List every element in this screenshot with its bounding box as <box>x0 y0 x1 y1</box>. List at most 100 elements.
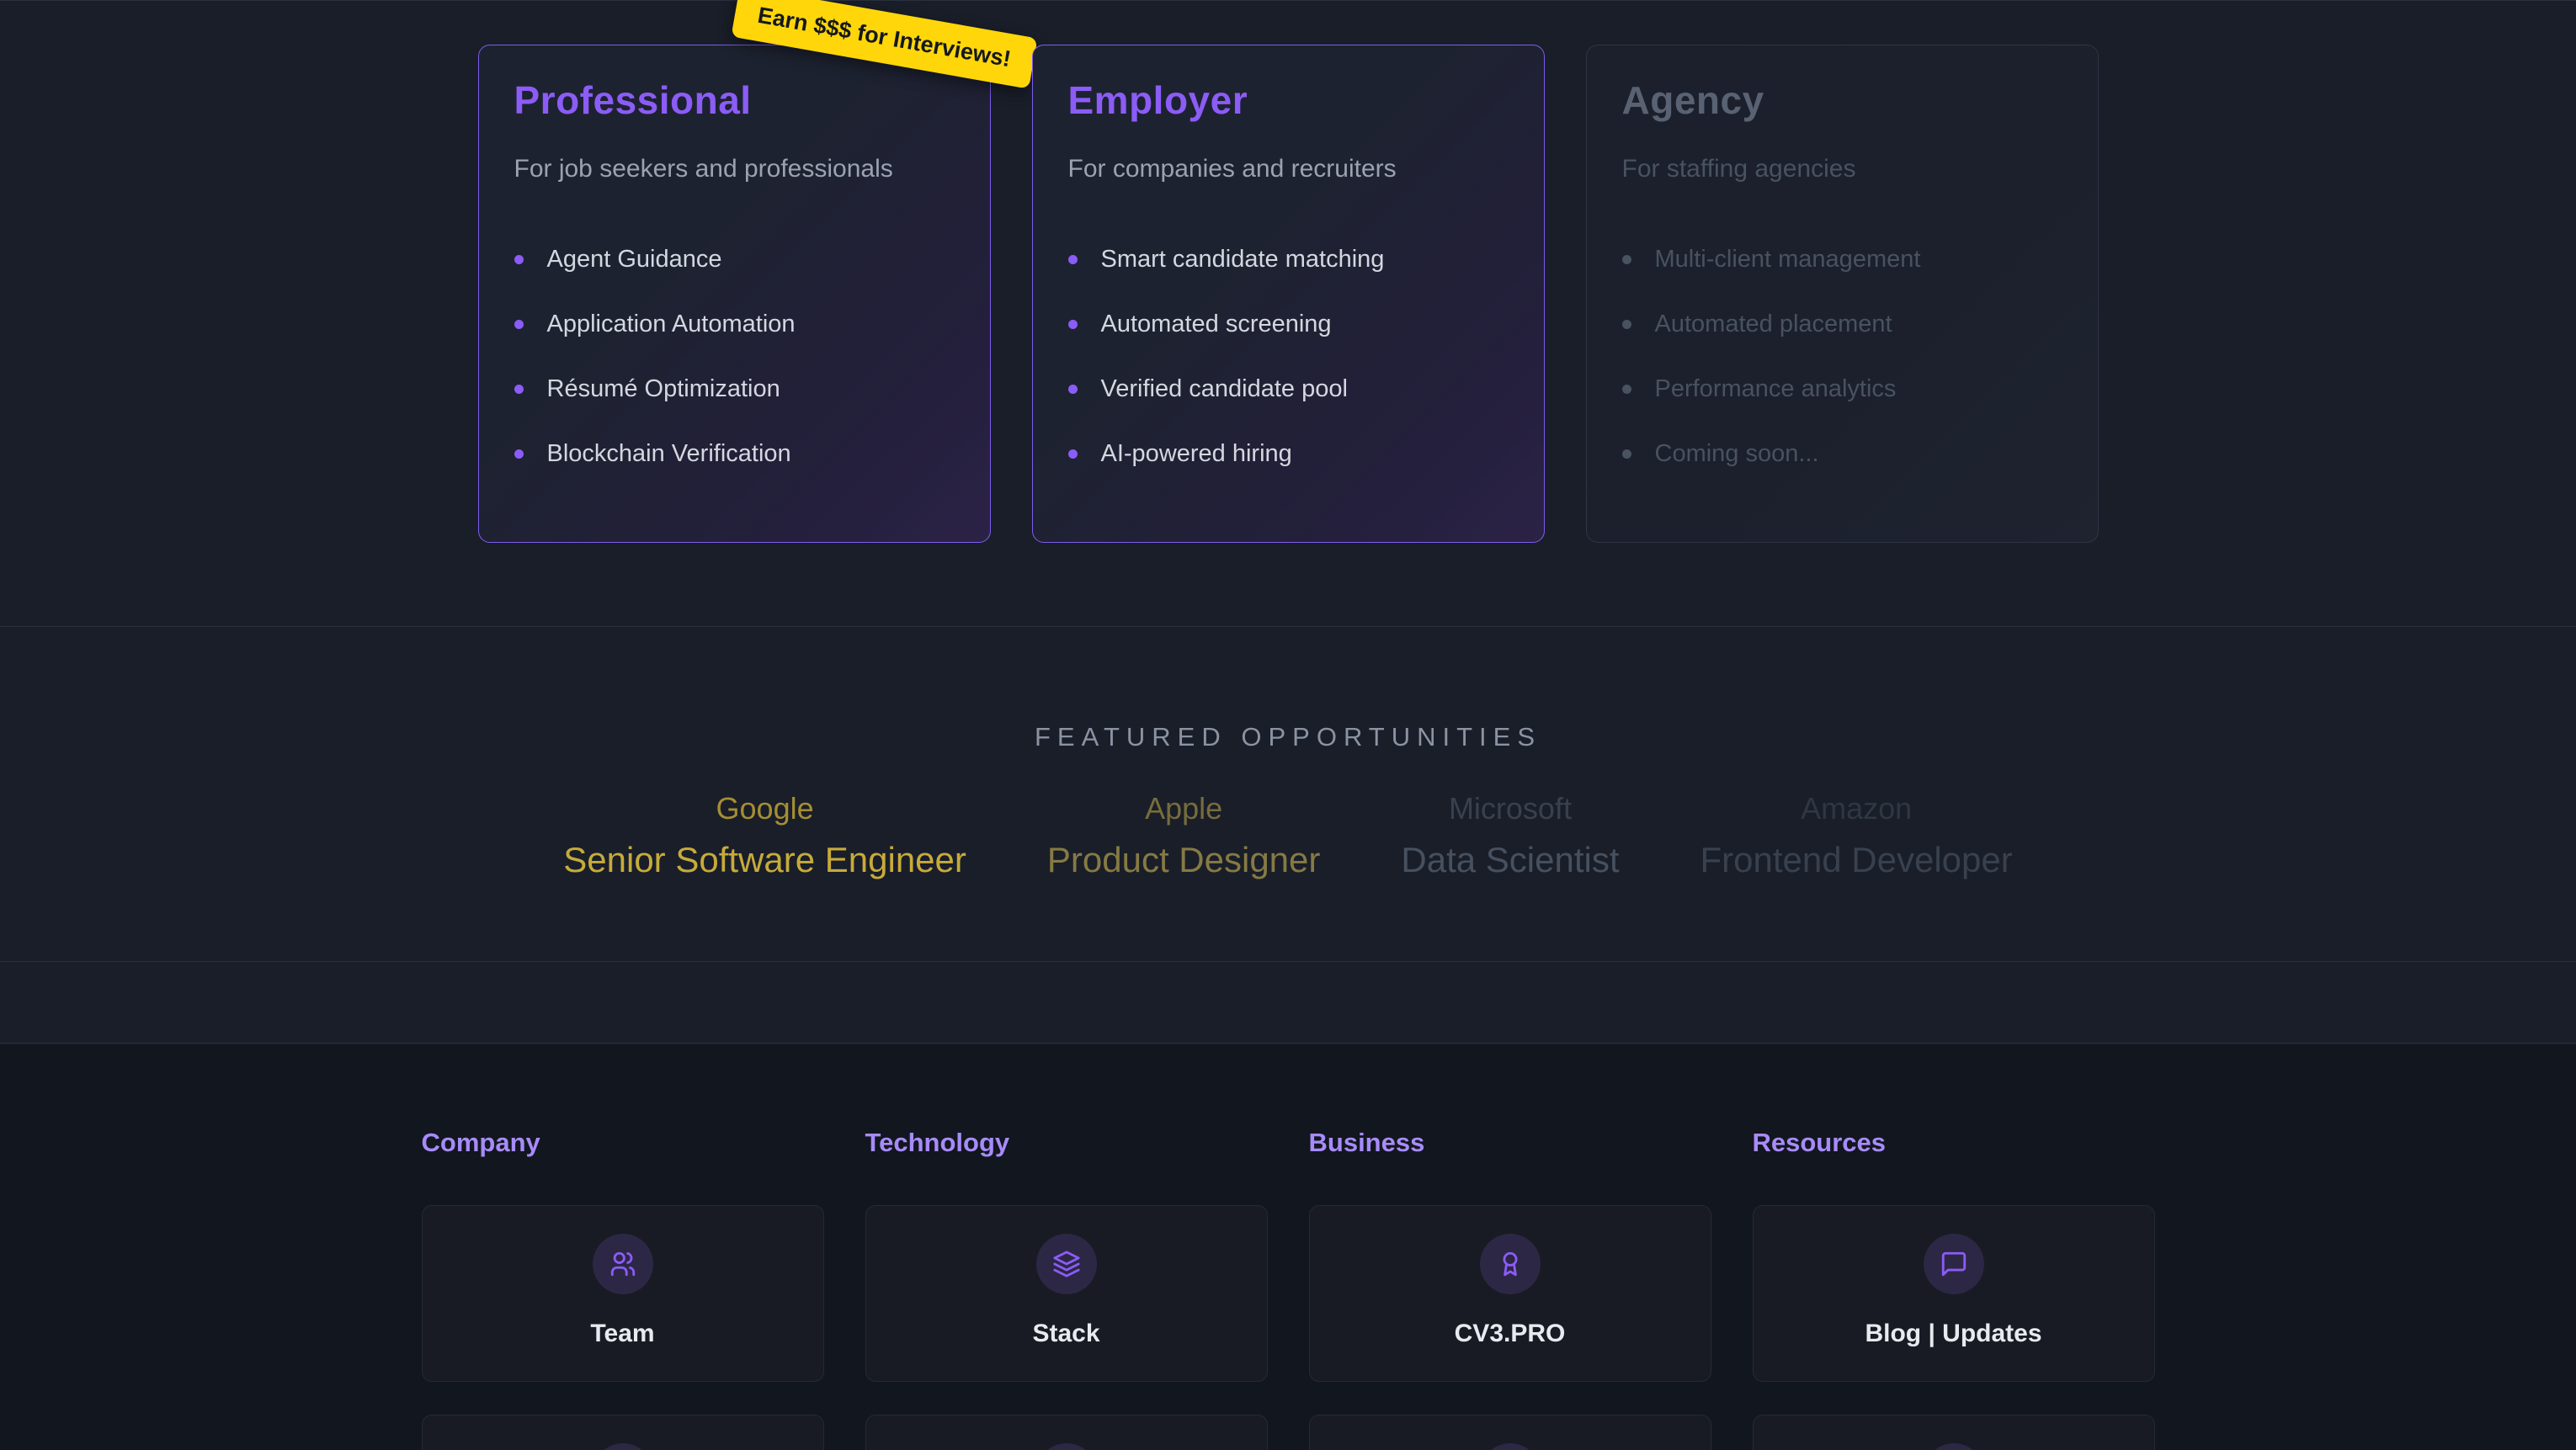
feature-label: Blockchain Verification <box>547 440 791 468</box>
job-role: Frontend Developer <box>1700 840 2013 880</box>
footer-column-company: Company Team <box>422 1128 824 1450</box>
icon-circle <box>1480 1234 1541 1294</box>
feature-label: Agent Guidance <box>547 246 722 274</box>
bullet-dot-icon <box>1068 449 1078 459</box>
footer-card-label: Team <box>590 1320 654 1348</box>
bullet-dot-icon <box>1622 255 1631 264</box>
award-icon <box>1496 1250 1525 1278</box>
footer-card-partial[interactable] <box>865 1415 1268 1450</box>
featured-opportunities-section: FEATURED OPPORTUNITIES Google Senior Sof… <box>0 628 2576 962</box>
feature-label: Application Automation <box>547 311 796 338</box>
bullet-dot-icon <box>1068 255 1078 264</box>
feature-item: Multi-client management <box>1622 246 2062 274</box>
icon-circle <box>593 1234 653 1294</box>
feature-label: Coming soon... <box>1655 440 1819 468</box>
footer-card-cv3pro[interactable]: CV3.PRO <box>1309 1205 1711 1382</box>
featured-job-amazon[interactable]: Amazon Frontend Developer <box>1700 791 2013 880</box>
footer-card-label: Blog | Updates <box>1865 1320 2041 1348</box>
featured-job-google[interactable]: Google Senior Software Engineer <box>563 791 966 880</box>
featured-job-microsoft[interactable]: Microsoft Data Scientist <box>1401 791 1619 880</box>
footer-card-partial[interactable] <box>1753 1415 2155 1450</box>
feature-item: Résumé Optimization <box>514 375 955 403</box>
plan-card-employer[interactable]: Employer For companies and recruiters Sm… <box>1032 45 1545 543</box>
message-square-icon <box>1940 1250 1968 1278</box>
feature-item: Application Automation <box>514 311 955 338</box>
bullet-dot-icon <box>514 320 524 329</box>
job-company: Google <box>563 791 966 826</box>
footer-card-label: Stack <box>1032 1320 1099 1348</box>
job-company: Apple <box>1047 791 1321 826</box>
footer-card-blog[interactable]: Blog | Updates <box>1753 1205 2155 1382</box>
feature-item: Blockchain Verification <box>514 440 955 468</box>
feature-label: Multi-client management <box>1655 246 1921 274</box>
bullet-dot-icon <box>514 449 524 459</box>
plan-feature-list: Agent Guidance Application Automation Ré… <box>514 246 955 468</box>
plan-description: For job seekers and professionals <box>514 155 955 183</box>
bullet-dot-icon <box>1068 385 1078 394</box>
footer-card-partial[interactable] <box>422 1415 824 1450</box>
featured-job-apple[interactable]: Apple Product Designer <box>1047 791 1321 880</box>
feature-label: Résumé Optimization <box>547 375 780 403</box>
icon-circle <box>1036 1443 1097 1450</box>
job-company: Microsoft <box>1401 791 1619 826</box>
footer-columns: Company Team Technology <box>0 1044 2576 1450</box>
footer-column-heading: Technology <box>865 1128 1268 1158</box>
footer-column-heading: Business <box>1309 1128 1711 1158</box>
job-role: Senior Software Engineer <box>563 840 966 880</box>
feature-item: Automated screening <box>1068 311 1509 338</box>
bullet-dot-icon <box>1622 449 1631 459</box>
icon-circle <box>1924 1443 1984 1450</box>
feature-label: Performance analytics <box>1655 375 1897 403</box>
feature-label: Automated screening <box>1101 311 1332 338</box>
page: Earn $$$ for Interviews! Professional Fo… <box>0 0 2576 1450</box>
plan-card-agency: Agency For staffing agencies Multi-clien… <box>1586 45 2099 543</box>
footer-card-team[interactable]: Team <box>422 1205 824 1382</box>
footer-card-partial[interactable] <box>1309 1415 1711 1450</box>
plans-section: Earn $$$ for Interviews! Professional Fo… <box>0 0 2576 627</box>
footer: Company Team Technology <box>0 1044 2576 1450</box>
feature-label: Smart candidate matching <box>1101 246 1385 274</box>
icon-circle <box>1924 1234 1984 1294</box>
plan-card-professional[interactable]: Earn $$$ for Interviews! Professional Fo… <box>478 45 991 543</box>
bullet-dot-icon <box>1068 320 1078 329</box>
feature-item: Automated placement <box>1622 311 2062 338</box>
plan-title: Professional <box>514 77 955 123</box>
feature-item: Agent Guidance <box>514 246 955 274</box>
bullet-dot-icon <box>514 385 524 394</box>
job-role: Product Designer <box>1047 840 1321 880</box>
bullet-dot-icon <box>1622 385 1631 394</box>
layers-icon <box>1052 1250 1081 1278</box>
footer-column-business: Business CV3.PRO <box>1309 1128 1711 1450</box>
section-divider-strip <box>0 963 2576 1044</box>
footer-column-resources: Resources Blog | Updates <box>1753 1128 2155 1450</box>
icon-circle <box>593 1443 653 1450</box>
feature-item: AI-powered hiring <box>1068 440 1509 468</box>
footer-column-heading: Company <box>422 1128 824 1158</box>
job-company: Amazon <box>1700 791 2013 826</box>
feature-item: Verified candidate pool <box>1068 375 1509 403</box>
feature-label: Verified candidate pool <box>1101 375 1348 403</box>
plan-title: Agency <box>1622 77 2062 123</box>
featured-heading: FEATURED OPPORTUNITIES <box>0 628 2576 752</box>
users-icon <box>609 1250 637 1278</box>
icon-circle <box>1480 1443 1541 1450</box>
earn-badge: Earn $$$ for Interviews! <box>731 0 1037 89</box>
plan-feature-list: Multi-client management Automated placem… <box>1622 246 2062 468</box>
featured-jobs-row: Google Senior Software Engineer Apple Pr… <box>0 791 2576 880</box>
plan-title: Employer <box>1068 77 1509 123</box>
feature-label: Automated placement <box>1655 311 1892 338</box>
plans-row: Earn $$$ for Interviews! Professional Fo… <box>0 1 2576 543</box>
plan-feature-list: Smart candidate matching Automated scree… <box>1068 246 1509 468</box>
feature-item: Performance analytics <box>1622 375 2062 403</box>
footer-card-stack[interactable]: Stack <box>865 1205 1268 1382</box>
feature-label: AI-powered hiring <box>1101 440 1292 468</box>
plan-description: For companies and recruiters <box>1068 155 1509 183</box>
feature-item: Smart candidate matching <box>1068 246 1509 274</box>
footer-column-heading: Resources <box>1753 1128 2155 1158</box>
bullet-dot-icon <box>1622 320 1631 329</box>
plan-description: For staffing agencies <box>1622 155 2062 183</box>
feature-item: Coming soon... <box>1622 440 2062 468</box>
bullet-dot-icon <box>514 255 524 264</box>
icon-circle <box>1036 1234 1097 1294</box>
footer-card-label: CV3.PRO <box>1455 1320 1566 1348</box>
